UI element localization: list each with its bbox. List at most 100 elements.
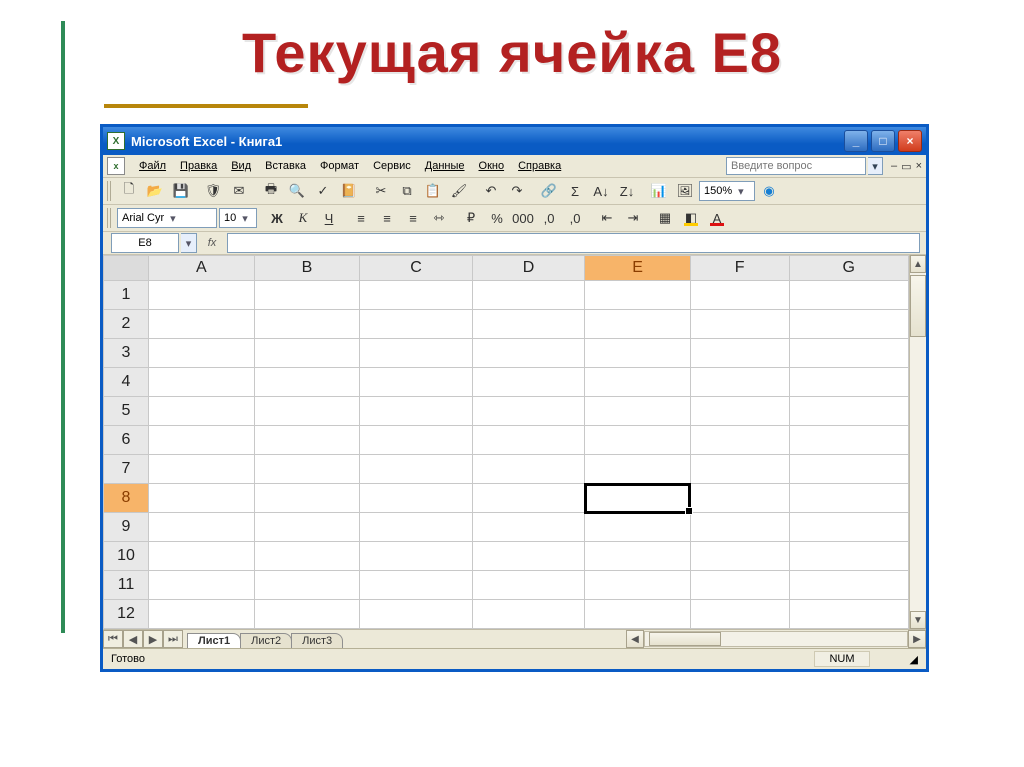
column-header[interactable]: F: [690, 256, 789, 281]
cell[interactable]: [254, 484, 360, 513]
permission-icon[interactable]: 🛡: [201, 179, 225, 203]
minimize-button[interactable]: _: [844, 130, 868, 152]
row-header[interactable]: 2: [104, 310, 149, 339]
cell[interactable]: [254, 600, 360, 629]
cell[interactable]: [254, 397, 360, 426]
row-header[interactable]: 11: [104, 571, 149, 600]
cell[interactable]: [472, 484, 585, 513]
formula-bar[interactable]: [227, 233, 920, 253]
sheet-tab-3[interactable]: Лист3: [291, 633, 343, 648]
zoom-select[interactable]: 150% ▾: [699, 181, 755, 201]
tab-nav-next[interactable]: ▶: [143, 630, 163, 648]
cell[interactable]: [789, 368, 908, 397]
cell[interactable]: [789, 310, 908, 339]
cell[interactable]: [585, 368, 691, 397]
tab-nav-first[interactable]: ⏮: [103, 630, 123, 648]
cell[interactable]: [789, 281, 908, 310]
cell[interactable]: [585, 571, 691, 600]
cell[interactable]: [690, 310, 789, 339]
bold-button[interactable]: Ж: [265, 206, 289, 230]
column-header[interactable]: B: [254, 256, 360, 281]
select-all-corner[interactable]: [104, 256, 149, 281]
research-icon[interactable]: 📔: [337, 179, 361, 203]
mdi-minimize[interactable]: –: [891, 160, 897, 172]
hyperlink-icon[interactable]: 🔗: [537, 179, 561, 203]
menu-format[interactable]: Формат: [314, 158, 365, 174]
cell[interactable]: [149, 339, 255, 368]
cell[interactable]: [254, 281, 360, 310]
comma-style-icon[interactable]: 000: [511, 206, 535, 230]
fill-color-icon[interactable]: ◧: [679, 206, 703, 230]
row-header[interactable]: 7: [104, 455, 149, 484]
help-icon[interactable]: ◉: [757, 179, 781, 203]
column-header[interactable]: C: [360, 256, 473, 281]
cell[interactable]: [789, 339, 908, 368]
cell[interactable]: [149, 426, 255, 455]
cell[interactable]: [360, 484, 473, 513]
increase-indent-icon[interactable]: ⇥: [621, 206, 645, 230]
cell[interactable]: [472, 542, 585, 571]
increase-decimal-icon[interactable]: ,0: [537, 206, 561, 230]
borders-icon[interactable]: ▦: [653, 206, 677, 230]
cell[interactable]: [789, 484, 908, 513]
cell[interactable]: [472, 426, 585, 455]
print-icon[interactable]: 🖶: [259, 179, 283, 203]
open-icon[interactable]: 📂: [143, 179, 167, 203]
cell[interactable]: [149, 484, 255, 513]
sheet-tab-2[interactable]: Лист2: [240, 633, 292, 648]
cell[interactable]: [789, 513, 908, 542]
font-name-select[interactable]: Arial Cyr ▾: [117, 208, 217, 228]
align-left-icon[interactable]: ≡: [349, 206, 373, 230]
cell[interactable]: [472, 513, 585, 542]
menu-edit[interactable]: Правка: [174, 158, 223, 174]
cell[interactable]: [789, 600, 908, 629]
cell[interactable]: [472, 310, 585, 339]
cell[interactable]: [585, 542, 691, 571]
cell[interactable]: [585, 600, 691, 629]
cell[interactable]: [149, 571, 255, 600]
row-header[interactable]: 8: [104, 484, 149, 513]
cell[interactable]: [254, 339, 360, 368]
cut-icon[interactable]: ✂: [369, 179, 393, 203]
cell[interactable]: [149, 368, 255, 397]
cell[interactable]: [149, 513, 255, 542]
paste-icon[interactable]: 📋: [421, 179, 445, 203]
copy-icon[interactable]: ⧉: [395, 179, 419, 203]
cell[interactable]: [254, 455, 360, 484]
cell[interactable]: [472, 281, 585, 310]
column-header[interactable]: D: [472, 256, 585, 281]
scroll-thumb[interactable]: [910, 275, 926, 337]
column-header[interactable]: G: [789, 256, 908, 281]
drawing-icon[interactable]: 🖼: [673, 179, 697, 203]
cell[interactable]: [149, 455, 255, 484]
menu-tools[interactable]: Сервис: [367, 158, 417, 174]
save-icon[interactable]: 💾: [169, 179, 193, 203]
cell[interactable]: [472, 339, 585, 368]
fx-label[interactable]: fx: [197, 237, 227, 249]
resize-grip-icon[interactable]: ◢: [910, 653, 918, 666]
undo-icon[interactable]: ↶: [479, 179, 503, 203]
cell[interactable]: [149, 542, 255, 571]
row-header[interactable]: 6: [104, 426, 149, 455]
scroll-up-icon[interactable]: ▲: [910, 255, 926, 273]
vertical-scrollbar[interactable]: ▲ ▼: [909, 255, 926, 629]
cell[interactable]: [690, 281, 789, 310]
toolbar-grip[interactable]: [107, 181, 113, 201]
column-header[interactable]: A: [149, 256, 255, 281]
sort-desc-icon[interactable]: Z↓: [615, 179, 639, 203]
spellcheck-icon[interactable]: ✓: [311, 179, 335, 203]
sort-asc-icon[interactable]: A↓: [589, 179, 613, 203]
cell[interactable]: [254, 368, 360, 397]
menu-file[interactable]: Файл: [133, 158, 172, 174]
cell[interactable]: [360, 281, 473, 310]
titlebar[interactable]: X Microsoft Excel - Книга1 _ □ ×: [103, 127, 926, 155]
spreadsheet-grid[interactable]: ABCDEFG123456789101112: [103, 255, 909, 629]
cell[interactable]: [690, 339, 789, 368]
tab-nav-prev[interactable]: ◀: [123, 630, 143, 648]
cell[interactable]: [472, 600, 585, 629]
merge-center-icon[interactable]: ⇿: [427, 206, 451, 230]
cell[interactable]: [149, 600, 255, 629]
cell[interactable]: [472, 368, 585, 397]
row-header[interactable]: 5: [104, 397, 149, 426]
cell[interactable]: [585, 281, 691, 310]
